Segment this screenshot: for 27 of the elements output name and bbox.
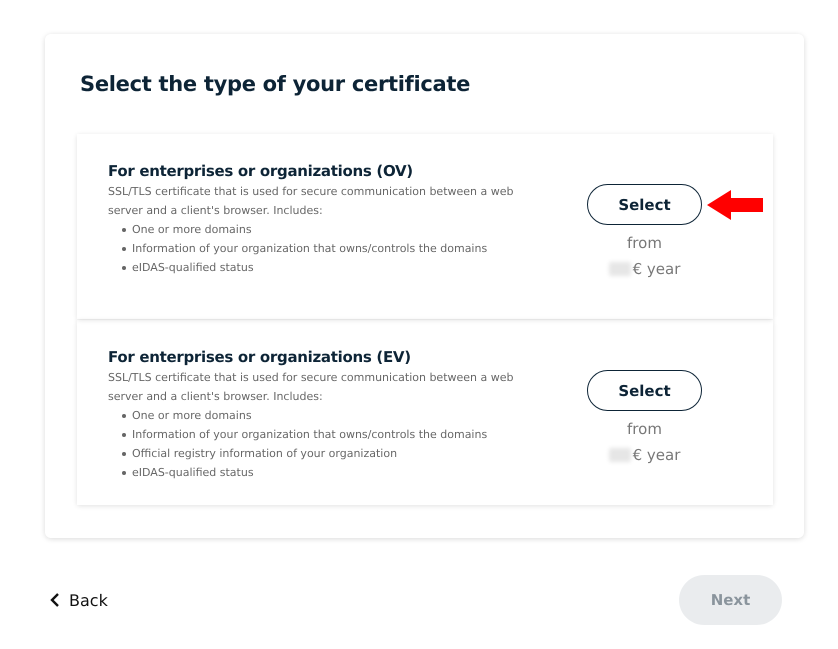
feature-text: One or more domains [132,222,252,238]
chevron-left-icon [50,593,60,607]
select-button[interactable]: Select [587,184,702,225]
feature-text: Information of your organization that owns/controls the domains [132,427,488,443]
feature-text: Information of your organization that owns/controls the domains [132,241,488,257]
bullet-icon [122,228,126,232]
bullet-icon [122,266,126,270]
price-unit: € year [632,260,680,278]
price-unit: € year [632,446,680,464]
back-link[interactable]: Back [50,590,108,610]
from-label: from [627,420,662,438]
feature-text: eIDAS-qualified status [132,465,254,481]
bullet-icon [122,470,126,474]
option-title: For enterprises or organizations (EV) [108,348,412,366]
feature-text: One or more domains [132,408,252,424]
bullet-icon [122,452,126,456]
bullet-icon [122,432,126,436]
bullet-icon [122,246,126,250]
page-title: Select the type of your certificate [80,72,472,96]
feature-text: eIDAS-qualified status [132,260,254,276]
select-button[interactable]: Select [587,370,702,411]
feature-text: Official registry information of your organization [132,446,398,462]
option-description: SSL/TLS certificate that is used for secure communication between a web server and a client's browser. Includes: [108,184,514,219]
option-title: For enterprises or organizations (OV) [108,162,414,180]
from-label: from [627,234,662,252]
option-description: SSL/TLS certificate that is used for secure communication between a web server and a client's browser. Includes: [108,370,514,405]
bullet-icon [122,414,126,418]
